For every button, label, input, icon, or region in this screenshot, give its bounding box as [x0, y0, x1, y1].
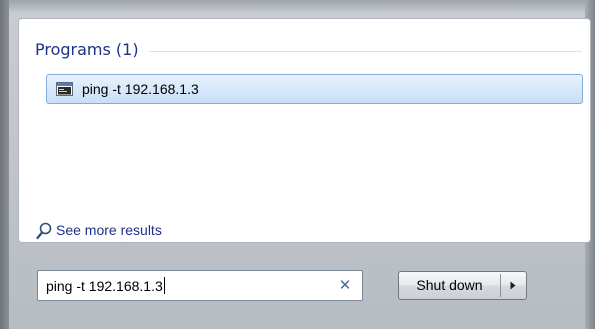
frame-top-edge — [0, 0, 595, 12]
search-input-text[interactable]: ping -t 192.168.1.3 — [46, 277, 165, 294]
shutdown-options-button[interactable] — [501, 272, 526, 299]
search-icon — [36, 222, 52, 240]
frame-left-edge — [0, 0, 9, 329]
clear-icon[interactable]: ✕ — [338, 278, 352, 293]
result-item-ping[interactable]: ping -t 192.168.1.3 — [46, 74, 583, 104]
search-input[interactable]: ping -t 192.168.1.3 ✕ — [37, 270, 363, 301]
see-more-results-label: See more results — [56, 222, 162, 238]
shutdown-button[interactable]: Shut down — [399, 272, 500, 299]
programs-section-title: Programs (1) — [35, 40, 149, 59]
programs-section-header: Programs (1) — [35, 40, 582, 60]
start-menu-frame: Programs (1) ping -t 192.168.1.3 See mor… — [0, 0, 595, 329]
shutdown-split-button: Shut down — [398, 271, 527, 300]
search-results-panel: Programs (1) ping -t 192.168.1.3 — [18, 18, 591, 243]
result-label: ping -t 192.168.1.3 — [82, 81, 199, 97]
search-input-value: ping -t 192.168.1.3 — [46, 278, 163, 294]
text-caret — [163, 277, 165, 294]
console-program-icon — [56, 82, 73, 96]
chevron-right-icon — [510, 281, 516, 290]
